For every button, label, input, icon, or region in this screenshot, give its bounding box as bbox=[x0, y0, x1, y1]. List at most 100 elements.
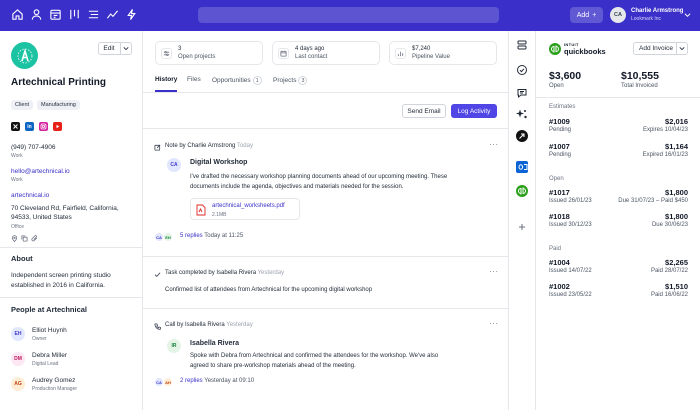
more-options-icon[interactable]: ··· bbox=[489, 140, 499, 149]
person-item[interactable]: AG Audrey Gomez Production Manager bbox=[0, 374, 143, 394]
person-item[interactable]: DM Debra Miller Digital Lead bbox=[0, 349, 143, 369]
person-avatar: EH bbox=[11, 327, 25, 341]
invoice-amount: $2,265 bbox=[665, 258, 688, 267]
file-name: artechnical_worksheets.pdf bbox=[212, 203, 285, 209]
tab-label: Opportunities bbox=[212, 77, 251, 85]
invoice-id: #1007 bbox=[549, 142, 570, 151]
x-icon[interactable] bbox=[11, 122, 20, 131]
replies-link[interactable]: 2 replies bbox=[180, 378, 203, 384]
calendar-icon[interactable] bbox=[49, 8, 62, 21]
invoice-detail: Paid 16/06/22 bbox=[650, 292, 688, 298]
chevron-down-icon[interactable] bbox=[120, 43, 131, 54]
invoice-row[interactable]: #1007 $1,164 Pending Expired 16/01/23 bbox=[536, 140, 700, 162]
replies-row: 2 replies Yesterday at 09:10 bbox=[180, 378, 254, 384]
invoice-status: Issued 23/05/22 bbox=[549, 292, 592, 298]
website-link[interactable]: artechnical.io bbox=[11, 192, 49, 199]
arrow-circle-icon[interactable] bbox=[516, 130, 528, 142]
stack-icon[interactable] bbox=[516, 39, 528, 51]
feed-title: Isabella Rivera bbox=[190, 340, 240, 347]
sparkle-icon[interactable] bbox=[516, 108, 528, 120]
invoice-detail: Due 30/06/23 bbox=[651, 222, 688, 228]
tab-files[interactable]: Files bbox=[187, 76, 201, 83]
person-role: Production Manager bbox=[32, 386, 78, 392]
chevron-down-icon[interactable] bbox=[684, 12, 691, 18]
chat-icon[interactable] bbox=[516, 87, 528, 99]
tab-opportunities[interactable]: Opportunities 1 bbox=[212, 76, 262, 85]
trend-icon[interactable] bbox=[106, 8, 119, 21]
email-link[interactable]: hello@artechnical.io bbox=[11, 168, 70, 175]
check-circle-icon[interactable] bbox=[516, 64, 528, 76]
person-avatar: AG bbox=[11, 377, 25, 391]
open-amount: $3,600 bbox=[549, 70, 582, 82]
user-icon[interactable] bbox=[30, 8, 43, 21]
plus-icon[interactable] bbox=[516, 221, 528, 233]
feed-time: Yesterday bbox=[257, 270, 285, 276]
total-invoiced-amount: $10,555 bbox=[621, 70, 659, 82]
add-button[interactable]: Add + bbox=[570, 7, 603, 23]
search-input[interactable] bbox=[198, 7, 499, 23]
add-invoice-button[interactable]: Add Invoice bbox=[633, 42, 688, 55]
stat-value: 3 bbox=[178, 46, 182, 52]
edit-button[interactable]: Edit bbox=[98, 42, 132, 55]
user-name: Charlie Armstrong bbox=[631, 8, 684, 14]
calendar-icon bbox=[278, 48, 289, 59]
paperclip-icon[interactable] bbox=[31, 235, 38, 242]
feed-item-call: Call by Isabella Rivera Yesterday ··· IR… bbox=[143, 309, 509, 410]
invoice-row[interactable]: #1018 $1,800 Issued 30/12/23 Due 30/06/2… bbox=[536, 210, 700, 232]
invoice-row[interactable]: #1002 $1,510 Issued 23/05/22 Paid 16/06/… bbox=[536, 280, 700, 302]
chevron-down-icon[interactable] bbox=[676, 43, 687, 54]
feed-body-line: I've drafted the necessary workshop plan… bbox=[190, 174, 448, 180]
send-email-button[interactable]: Send Email bbox=[402, 104, 446, 118]
tab-history[interactable]: History bbox=[155, 76, 177, 83]
stat-card-pipeline-value[interactable]: $7,240 Pipeline Value bbox=[389, 41, 497, 65]
file-size: 2.1MB bbox=[212, 212, 227, 218]
reply-avatar: AH bbox=[163, 377, 173, 387]
tag-manufacturing[interactable]: Manufacturing bbox=[37, 100, 80, 110]
invoice-row[interactable]: #1009 $2,016 Pending Expires 10/04/23 bbox=[536, 115, 700, 137]
feed-body-line: Spoke with Debra from Artechnical and co… bbox=[190, 353, 439, 359]
log-activity-button[interactable]: Log Activity bbox=[451, 104, 497, 118]
about-line-2: established in 2016 in California. bbox=[11, 282, 105, 289]
settings-sliders-icon bbox=[161, 48, 172, 59]
reply-time: Today at 11:25 bbox=[204, 233, 244, 239]
tab-projects[interactable]: Projects 3 bbox=[273, 76, 308, 85]
reply-time: Yesterday at 09:10 bbox=[204, 378, 255, 384]
more-options-icon[interactable]: ··· bbox=[489, 267, 499, 276]
stat-card-last-contact[interactable]: 4 days ago Last contact bbox=[272, 41, 380, 65]
feed-header: Task completed by Isabella Rivera Yester… bbox=[165, 270, 284, 276]
invoice-id: #1009 bbox=[549, 117, 570, 126]
tag-client[interactable]: Client bbox=[11, 100, 34, 110]
outlook-icon[interactable] bbox=[516, 161, 528, 173]
invoice-row[interactable]: #1004 $2,265 Issued 14/07/22 Paid 28/07/… bbox=[536, 256, 700, 278]
list-icon[interactable] bbox=[87, 8, 100, 21]
stat-card-open-projects[interactable]: 3 Open projects bbox=[155, 41, 263, 65]
user-avatar[interactable]: CA bbox=[610, 7, 626, 23]
invoice-detail: Expired 16/01/23 bbox=[642, 152, 688, 158]
paid-heading: Paid bbox=[549, 246, 562, 252]
invoice-id: #1017 bbox=[549, 188, 570, 197]
feed-body-line: documents include the agenda, objectives… bbox=[190, 184, 404, 190]
youtube-icon[interactable] bbox=[53, 122, 62, 131]
phone-number[interactable]: (949) 707-4906 bbox=[11, 144, 55, 151]
instagram-icon[interactable] bbox=[39, 122, 48, 131]
author-avatar: IR bbox=[167, 339, 181, 353]
bolt-icon[interactable] bbox=[125, 8, 138, 21]
copy-icon[interactable] bbox=[21, 235, 28, 242]
columns-icon[interactable] bbox=[68, 8, 81, 21]
replies-link[interactable]: 5 replies bbox=[180, 233, 203, 239]
open-label: Open bbox=[549, 83, 564, 89]
file-attachment[interactable]: artechnical_worksheets.pdf 2.1MB bbox=[190, 198, 300, 220]
linkedin-icon[interactable]: in bbox=[25, 122, 34, 131]
feed-header: Note by Charlie Armstrong Today bbox=[165, 143, 253, 149]
invoice-id: #1018 bbox=[549, 212, 570, 221]
top-nav-bar: Add + CA Charlie Armstrong Lookmark Inc bbox=[0, 0, 700, 31]
feed-header: Call by Isabella Rivera Yesterday bbox=[165, 322, 253, 328]
invoice-row[interactable]: #1017 $1,800 Issued 26/01/23 Due 31/07/2… bbox=[536, 186, 700, 208]
map-pin-icon[interactable] bbox=[11, 235, 18, 242]
invoice-detail: Due 31/07/23 – Paid $450 bbox=[618, 198, 688, 204]
quickbooks-icon[interactable] bbox=[516, 185, 528, 197]
more-options-icon[interactable]: ··· bbox=[489, 319, 499, 328]
person-item[interactable]: EH Elliot Huynh Owner bbox=[0, 324, 143, 344]
home-icon[interactable] bbox=[11, 8, 24, 21]
author-avatar: CA bbox=[167, 158, 181, 172]
